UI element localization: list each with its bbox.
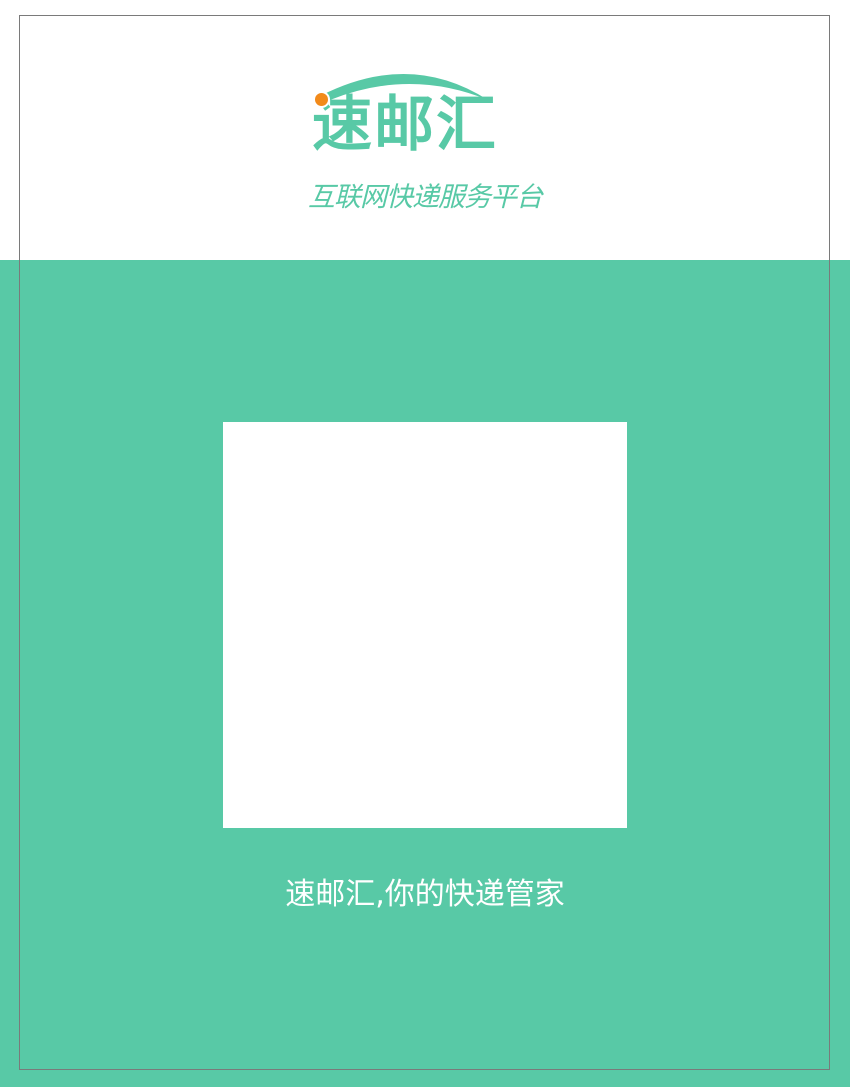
header: 速邮汇 互联网快递服务平台	[0, 0, 850, 260]
brand-name: 速邮汇	[312, 90, 498, 160]
qr-code-area	[223, 422, 627, 828]
footer-slogan: 速邮汇,你的快递管家	[285, 877, 565, 912]
logo-dot-icon	[313, 91, 330, 108]
brand-logo: 速邮汇	[300, 60, 550, 165]
brand-tagline: 互联网快递服务平台	[308, 182, 543, 213]
